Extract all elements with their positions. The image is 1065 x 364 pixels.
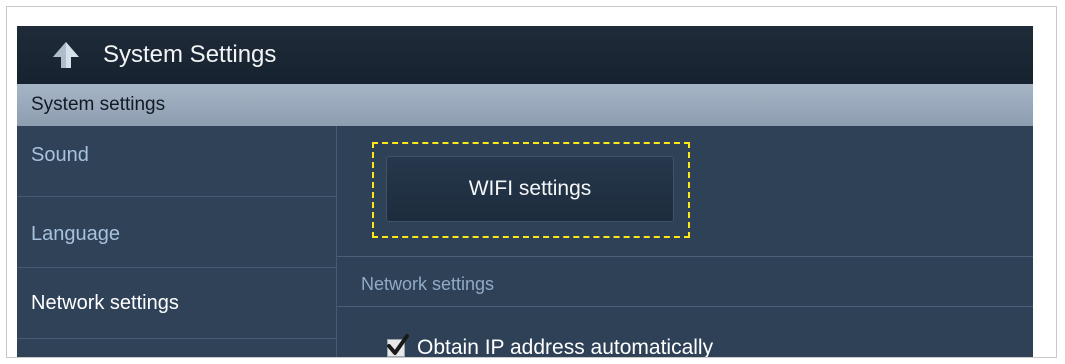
content-panel: WIFI settings Network settings Obtain IP… <box>337 126 1033 357</box>
back-button[interactable] <box>49 38 83 72</box>
sidebar-item-label: Language <box>31 223 120 245</box>
page-title: System Settings <box>103 41 277 68</box>
up-arrow-icon <box>53 42 79 68</box>
obtain-ip-label: Obtain IP address automatically <box>417 336 714 357</box>
wifi-settings-button[interactable]: WIFI settings <box>386 156 674 222</box>
sidebar-item-label: Network settings <box>31 292 179 314</box>
sidebar-item-label: Sound <box>31 144 89 166</box>
obtain-ip-checkbox[interactable] <box>387 334 409 357</box>
checkmark-icon <box>387 334 409 355</box>
obtain-ip-checkbox-row[interactable]: Obtain IP address automatically <box>387 334 714 357</box>
sidebar-item-sound[interactable]: Sound <box>17 126 336 197</box>
section-title: System settings <box>31 94 166 115</box>
divider <box>337 306 1033 307</box>
settings-screen: System Settings System settings Sound La… <box>17 26 1033 357</box>
sidebar-item-language[interactable]: Language <box>17 197 336 268</box>
sidebar-item-network-settings[interactable]: Network settings <box>17 268 336 339</box>
network-settings-group-label: Network settings <box>361 274 495 294</box>
divider <box>337 256 1033 257</box>
wifi-settings-label: WIFI settings <box>468 177 592 200</box>
sidebar: Sound Language Network settings <box>17 126 337 357</box>
title-bar: System Settings <box>17 26 1033 84</box>
section-header: System settings <box>17 84 1033 126</box>
